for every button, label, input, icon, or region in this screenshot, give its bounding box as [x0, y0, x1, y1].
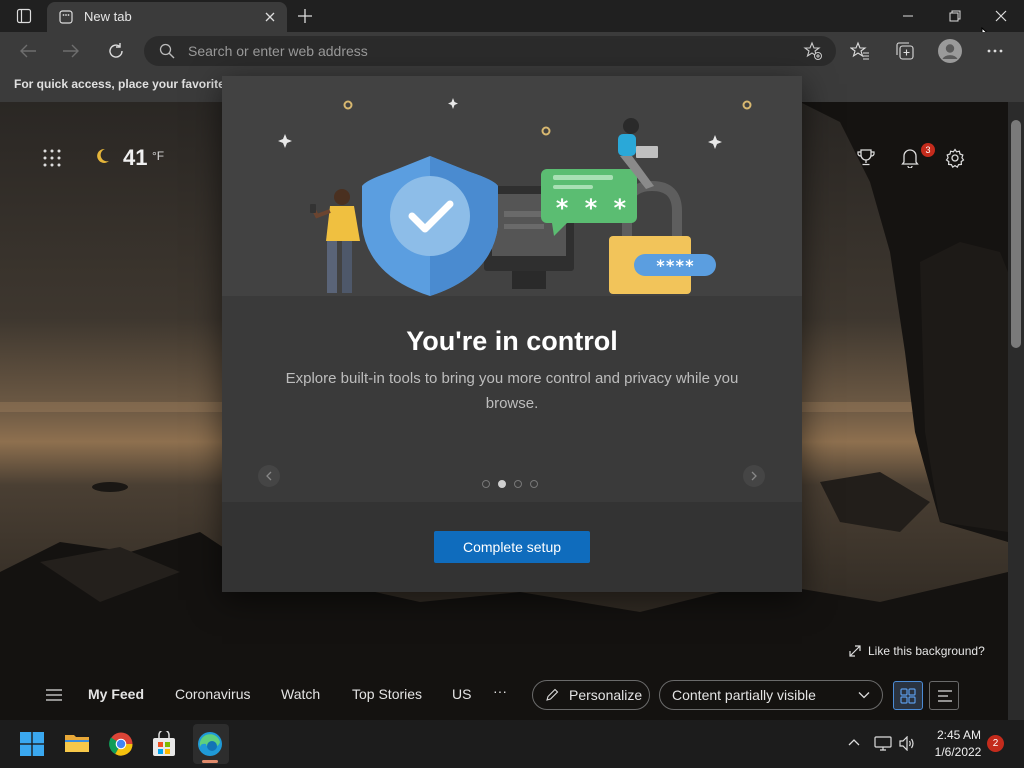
feed-tab-watch[interactable]: Watch	[281, 686, 320, 702]
page-settings-gear-icon[interactable]	[945, 148, 965, 168]
apps-launcher-icon[interactable]	[43, 149, 61, 167]
privacy-illustration: **** * * *	[222, 76, 802, 296]
network-icon[interactable]	[874, 736, 892, 751]
tab-title: New tab	[84, 9, 132, 24]
next-slide-button[interactable]	[743, 465, 765, 487]
pagination-dot[interactable]	[482, 480, 490, 488]
slide-pagination	[482, 480, 538, 488]
taskbar-clock-time[interactable]: 2:45 AM	[933, 728, 985, 742]
feed-tab-coronavirus[interactable]: Coronavirus	[175, 686, 250, 702]
pagination-dot-active[interactable]	[498, 480, 506, 488]
microsoft-store-icon[interactable]	[152, 731, 176, 757]
tab-actions-icon[interactable]	[16, 8, 32, 24]
list-layout-button[interactable]	[929, 681, 959, 710]
scrollbar-thumb[interactable]	[1011, 120, 1021, 348]
weather-temperature[interactable]: 41	[123, 145, 147, 171]
notification-count-badge: 3	[921, 143, 935, 157]
address-bar[interactable]: Search or enter web address	[144, 36, 836, 66]
minimize-icon[interactable]	[902, 15, 914, 17]
chrome-icon[interactable]	[109, 732, 133, 756]
new-tab-plus-icon[interactable]	[297, 8, 313, 24]
new-tab-page-icon	[59, 10, 73, 24]
close-tab-icon[interactable]	[264, 11, 276, 23]
back-arrow-icon[interactable]	[19, 43, 37, 59]
close-window-icon[interactable]	[995, 10, 1007, 22]
add-favorite-icon[interactable]	[803, 41, 823, 61]
address-placeholder: Search or enter web address	[188, 43, 368, 59]
profile-avatar-icon[interactable]	[938, 39, 962, 63]
feed-tab-us[interactable]: US	[452, 686, 471, 702]
content-visibility-dropdown[interactable]: Content partially visible	[659, 680, 883, 710]
moon-weather-icon[interactable]	[93, 147, 111, 165]
like-background-label: Like this background?	[868, 644, 985, 658]
taskbar-clock-date[interactable]: 1/6/2022	[929, 745, 987, 759]
chevron-left-icon	[266, 471, 272, 481]
edge-icon	[197, 731, 223, 757]
tab-new-tab[interactable]: New tab	[47, 2, 287, 32]
volume-icon[interactable]	[899, 736, 915, 751]
chevron-right-icon	[751, 471, 757, 481]
restore-icon[interactable]	[949, 10, 961, 22]
content-visibility-value: Content partially visible	[672, 687, 816, 703]
chevron-down-icon	[858, 691, 870, 699]
forward-arrow-icon[interactable]	[62, 43, 80, 59]
pagination-dot[interactable]	[530, 480, 538, 488]
dialog-title: You're in control	[406, 326, 618, 356]
like-background-link[interactable]: Like this background?	[848, 644, 985, 658]
dialog-description: Explore built-in tools to bring you more…	[285, 370, 739, 412]
pencil-icon	[545, 688, 559, 702]
feed-more-icon[interactable]: ···	[493, 683, 507, 699]
grid-layout-button[interactable]	[893, 681, 923, 710]
notifications-bell-icon[interactable]	[901, 148, 919, 168]
search-icon	[159, 43, 175, 59]
active-app-indicator	[202, 760, 218, 763]
list-view-icon	[937, 690, 953, 702]
password-bubble-text: * * *	[555, 194, 627, 222]
notification-center-badge[interactable]: 2	[987, 735, 1004, 752]
more-options-icon[interactable]	[987, 49, 1003, 53]
feed-tab-my-feed[interactable]: My Feed	[88, 686, 144, 702]
collections-icon[interactable]	[895, 41, 915, 61]
setup-dialog: **** * * * You're in control Explore bui…	[222, 76, 802, 592]
favorites-bar-hint: For quick access, place your favorites h	[14, 77, 243, 91]
refresh-icon[interactable]	[107, 42, 125, 60]
personalize-label: Personalize	[569, 687, 643, 703]
feed-menu-icon[interactable]	[45, 689, 63, 701]
previous-slide-button[interactable]	[258, 465, 280, 487]
file-explorer-icon[interactable]	[64, 732, 90, 754]
windows-start-icon[interactable]	[20, 732, 44, 756]
pagination-dot[interactable]	[514, 480, 522, 488]
show-hidden-icons-chevron-up-icon[interactable]	[848, 738, 860, 746]
favorites-icon[interactable]	[850, 41, 870, 61]
password-field-text: ****	[656, 256, 695, 275]
personalize-button[interactable]: Personalize	[532, 680, 650, 710]
feed-tab-top-stories[interactable]: Top Stories	[352, 686, 422, 702]
grid-view-icon	[900, 688, 916, 704]
rewards-trophy-icon[interactable]	[857, 148, 875, 166]
complete-setup-button[interactable]: Complete setup	[434, 531, 590, 563]
expand-arrow-icon	[849, 645, 861, 657]
weather-unit: °F	[152, 149, 165, 163]
